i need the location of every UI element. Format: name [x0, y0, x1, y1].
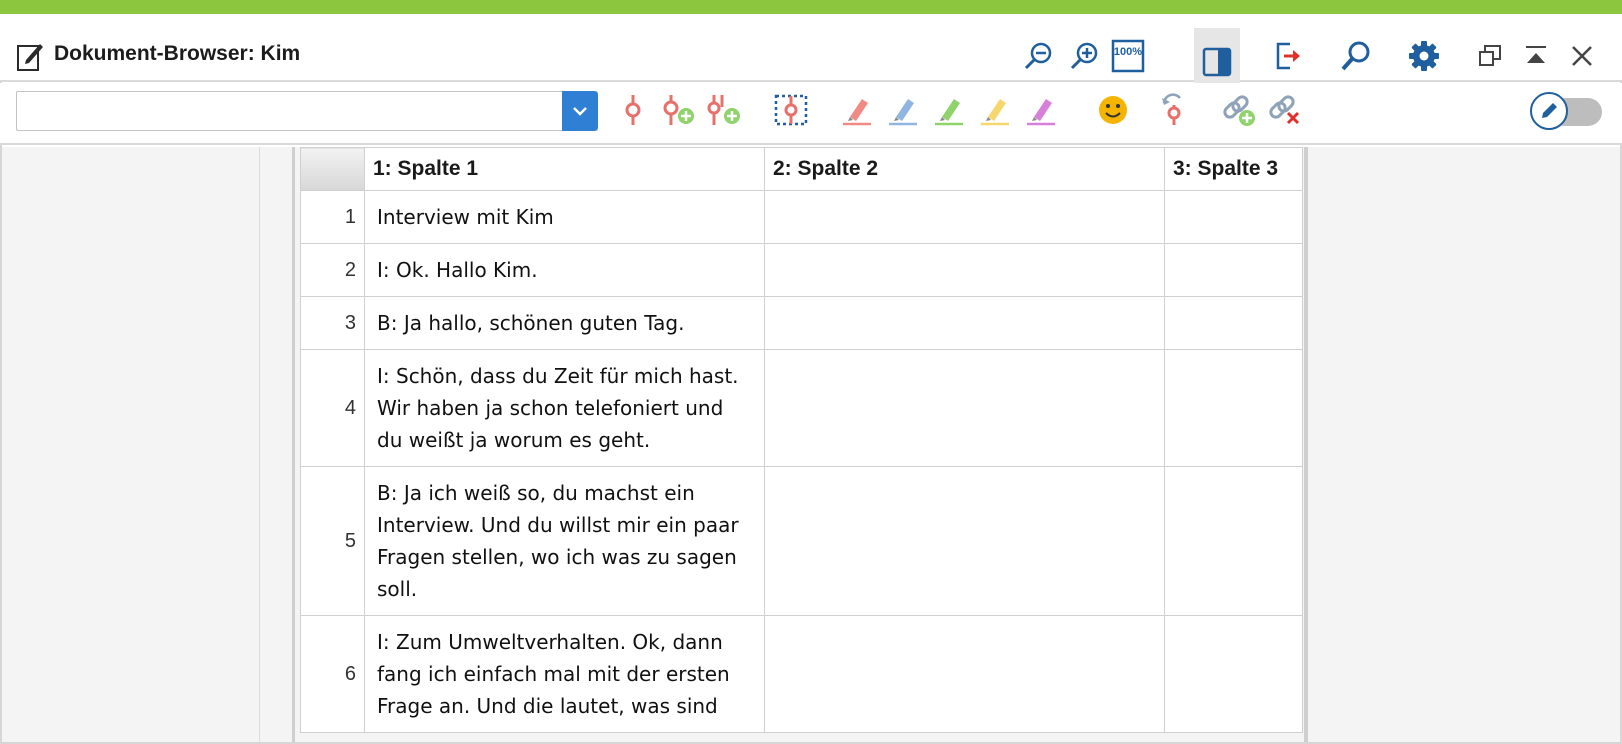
row-number: 5 — [300, 466, 365, 616]
magenta-highlighter-icon[interactable] — [1018, 87, 1064, 133]
table-row: 1 Interview mit Kim — [300, 190, 1303, 244]
table-row: 5 B: Ja ich weiß so, du machst ein Inter… — [300, 466, 1303, 616]
table-cell[interactable]: B: Ja ich weiß so, du machst ein Intervi… — [364, 466, 765, 616]
table-cell[interactable] — [1164, 296, 1303, 350]
table-cell[interactable]: I: Ok. Hallo Kim. — [364, 243, 765, 297]
edit-mode-toggle[interactable] — [1530, 91, 1604, 131]
emoticon-icon[interactable] — [1090, 87, 1136, 133]
row-number: 4 — [300, 349, 365, 467]
zoom-100-label: 100% — [1114, 46, 1142, 58]
green-highlighter-icon[interactable] — [926, 87, 972, 133]
table-cell[interactable] — [764, 190, 1165, 244]
table-cell[interactable]: Interview mit Kim — [364, 190, 765, 244]
code-selection-icon[interactable] — [768, 87, 814, 133]
export-icon[interactable] — [1266, 34, 1310, 78]
table-cell[interactable]: I: Schön, dass du Zeit für mich hast. Wi… — [364, 349, 765, 467]
table-row: 2 I: Ok. Hallo Kim. — [300, 243, 1303, 297]
table-cell[interactable] — [764, 296, 1165, 350]
table-header-row: 1: Spalte 1 2: Spalte 2 3: Spalte 3 — [300, 147, 1303, 191]
code-selector[interactable] — [16, 91, 598, 131]
code-margin-border — [292, 147, 295, 742]
table-cell[interactable] — [764, 349, 1165, 467]
row-number: 6 — [300, 615, 365, 733]
table-row: 3 B: Ja hallo, schönen guten Tag. — [300, 296, 1303, 350]
table-cell[interactable]: I: Zum Umweltverhalten. Ok, dann fang ic… — [364, 615, 765, 733]
chevron-down-icon[interactable] — [562, 91, 598, 131]
remove-link-icon[interactable] — [1262, 87, 1308, 133]
collapse-window-icon[interactable] — [1514, 34, 1558, 78]
table-cell[interactable] — [1164, 190, 1303, 244]
zoom-100-icon[interactable]: 100% — [1106, 34, 1150, 78]
yellow-highlighter-icon[interactable] — [972, 87, 1018, 133]
document-table: 1: Spalte 1 2: Spalte 2 3: Spalte 3 1 In… — [300, 147, 1303, 733]
table-row: 4 I: Schön, dass du Zeit für mich hast. … — [300, 349, 1303, 467]
table-cell[interactable] — [1164, 349, 1303, 467]
add-link-icon[interactable] — [1216, 87, 1262, 133]
table-cell[interactable] — [764, 466, 1165, 616]
table-cell[interactable] — [1164, 466, 1303, 616]
code-selector-input[interactable] — [17, 92, 562, 130]
coding-toolbar — [0, 83, 1622, 145]
restore-window-icon[interactable] — [1468, 34, 1512, 78]
window-title: Dokument-Browser: Kim — [54, 42, 301, 65]
table-cell[interactable] — [764, 243, 1165, 297]
undo-code-icon[interactable] — [1150, 87, 1196, 133]
row-number: 3 — [300, 296, 365, 350]
table-row: 6 I: Zum Umweltverhalten. Ok, dann fang … — [300, 615, 1303, 733]
code-new-icon[interactable] — [656, 87, 702, 133]
margin-divider — [259, 147, 260, 742]
pencil-icon — [1530, 92, 1568, 130]
table-cell[interactable] — [764, 615, 1165, 733]
gear-icon[interactable] — [1402, 34, 1446, 78]
red-highlighter-icon[interactable] — [834, 87, 880, 133]
table-cell[interactable] — [1164, 243, 1303, 297]
zoom-out-icon[interactable] — [1016, 34, 1060, 78]
code-icon[interactable] — [610, 87, 656, 133]
column-header[interactable]: 3: Spalte 3 — [1164, 147, 1303, 191]
blue-highlighter-icon[interactable] — [880, 87, 926, 133]
accent-bar — [0, 0, 1622, 14]
table-right-border — [1304, 147, 1308, 742]
table-cell[interactable]: B: Ja hallo, schönen guten Tag. — [364, 296, 765, 350]
table-cell[interactable] — [1164, 615, 1303, 733]
table-corner-cell[interactable] — [300, 147, 365, 191]
row-number: 1 — [300, 190, 365, 244]
row-number: 2 — [300, 243, 365, 297]
edit-document-icon — [16, 40, 44, 72]
titlebar: Dokument-Browser: Kim 100% — [0, 14, 1622, 96]
code-multiple-icon[interactable] — [702, 87, 748, 133]
search-icon[interactable] — [1334, 34, 1378, 78]
close-icon[interactable] — [1560, 34, 1604, 78]
document-view[interactable]: 1: Spalte 1 2: Spalte 2 3: Spalte 3 1 In… — [2, 147, 1620, 742]
column-header[interactable]: 1: Spalte 1 — [364, 147, 765, 191]
column-header[interactable]: 2: Spalte 2 — [764, 147, 1165, 191]
zoom-in-icon[interactable] — [1062, 34, 1106, 78]
